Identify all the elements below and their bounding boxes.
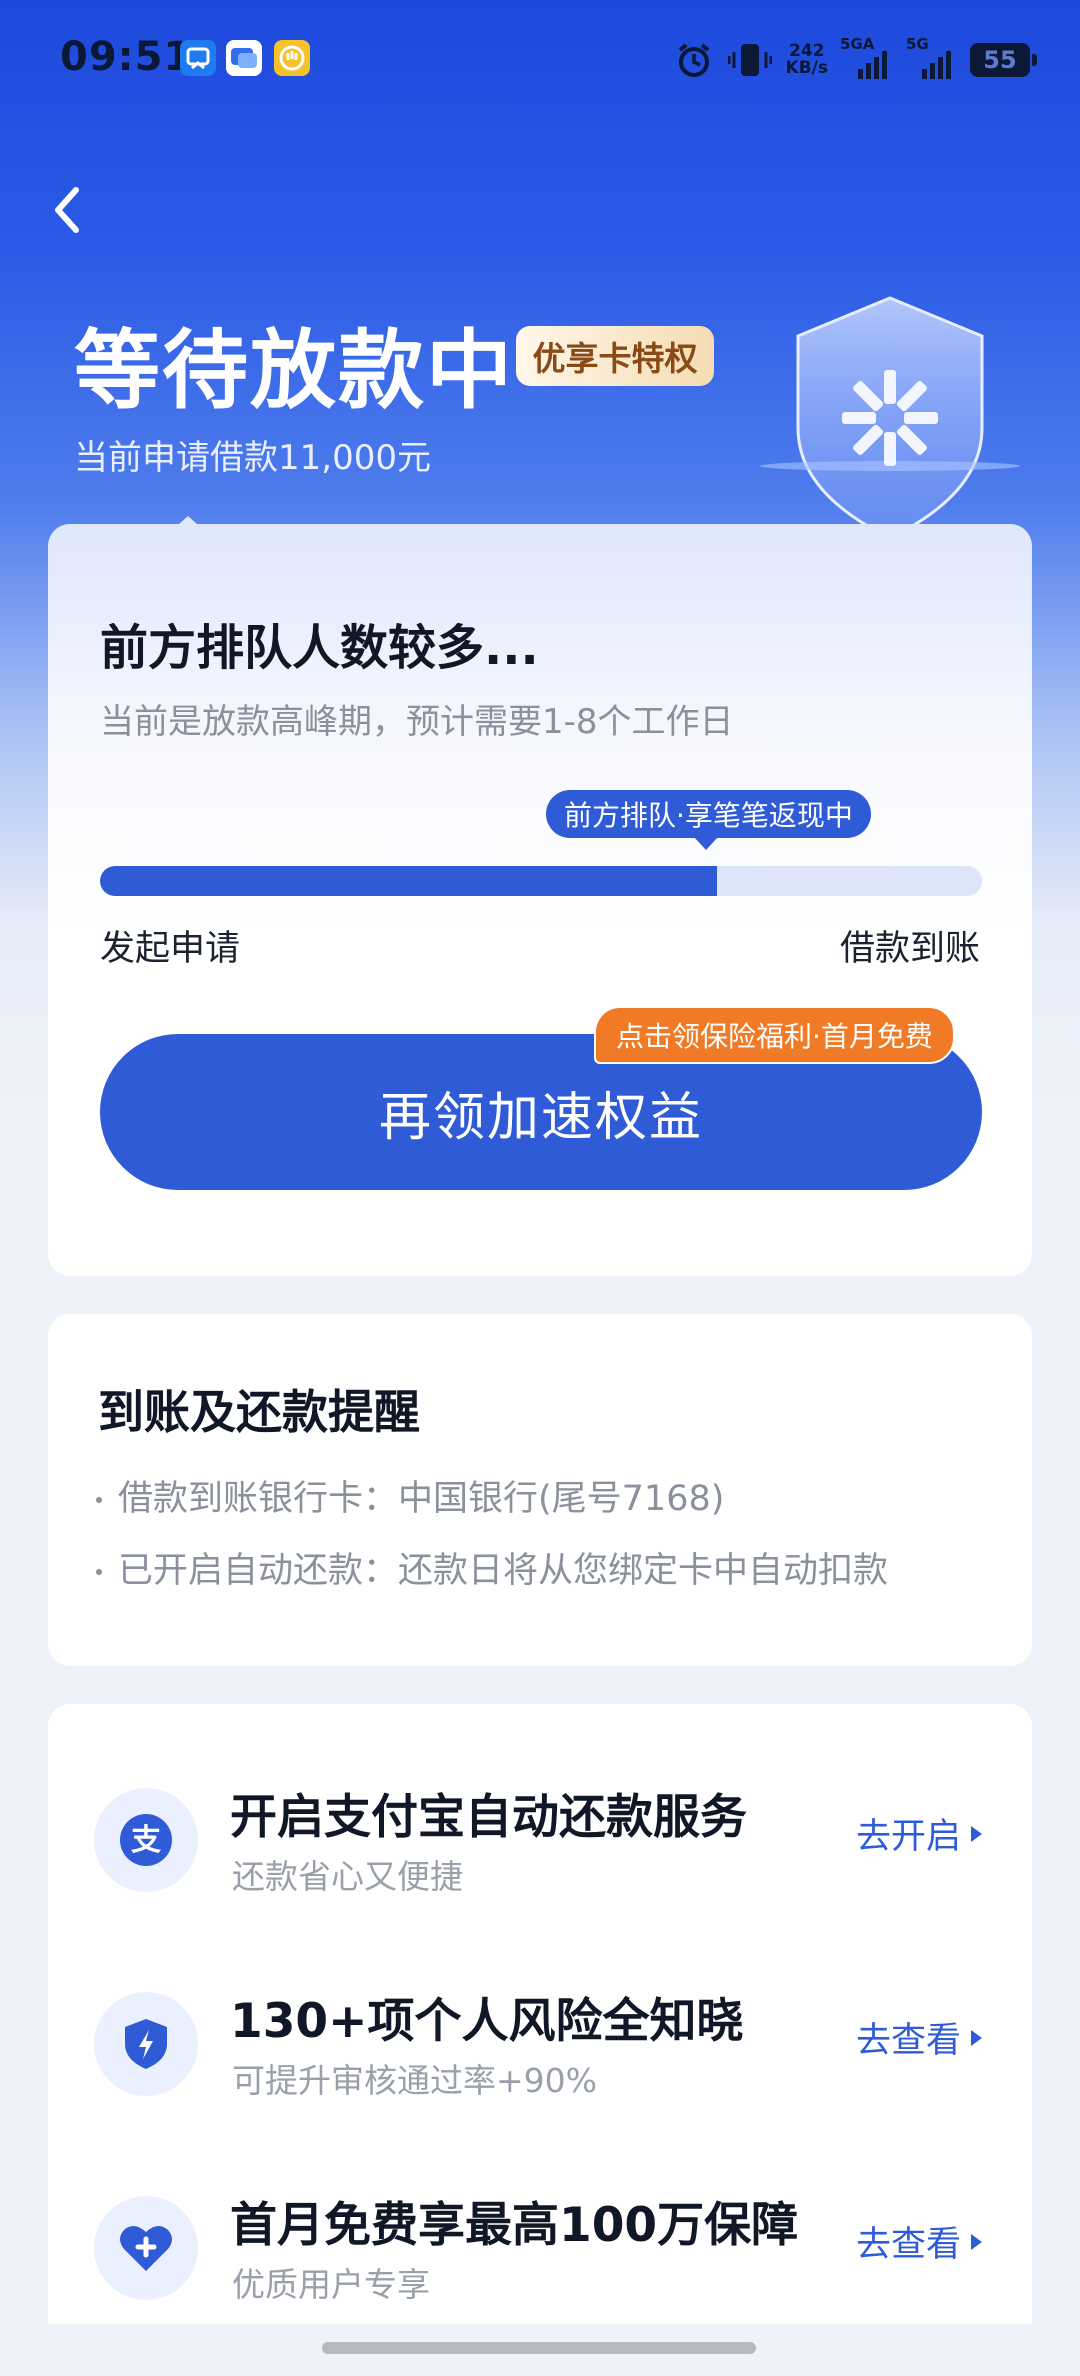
triangle-right-icon bbox=[971, 2029, 982, 2046]
service-action-link[interactable]: 去查看 bbox=[856, 2216, 982, 2267]
vibrate-icon bbox=[727, 44, 772, 76]
service-action-label: 去查看 bbox=[855, 2225, 961, 2265]
status-indicators: 242 KB/s 5GA 5G 55 bbox=[674, 34, 1037, 86]
signal-5g-label: 5G bbox=[906, 35, 929, 53]
service-item-risk[interactable]: 130+项个人风险全知晓 可提升审核通过率+90% 去查看 bbox=[48, 1962, 1032, 2142]
service-title: 首月免费享最高100万保障 bbox=[230, 2198, 799, 2253]
insurance-promo-badge[interactable]: 点击领保险福利·首月免费 bbox=[594, 1006, 955, 1064]
svg-text:支: 支 bbox=[131, 1823, 161, 1858]
loan-amount-subtitle: 当前申请借款11,000元 bbox=[74, 438, 431, 478]
service-title: 开启支付宝自动还款服务 bbox=[230, 1790, 747, 1845]
page-title: 等待放款中 bbox=[74, 321, 514, 421]
reminder-line-autopay: 已开启自动还款：还款日将从您绑定卡中自动扣款 bbox=[96, 1542, 888, 1593]
status-time: 09:51 bbox=[60, 34, 193, 80]
service-item-alipay[interactable]: 支 开启支付宝自动还款服务 还款省心又便捷 去开启 bbox=[48, 1758, 1032, 1938]
progress-bar bbox=[100, 866, 982, 896]
heart-plus-icon bbox=[94, 2196, 198, 2300]
message-app-icon bbox=[226, 40, 262, 76]
chevron-left-icon bbox=[55, 187, 79, 233]
shield-logo-icon bbox=[760, 288, 1020, 548]
back-button[interactable] bbox=[44, 180, 94, 240]
progress-tooltip: 前方排队·享笔笔返现中 bbox=[546, 790, 871, 850]
service-action-label: 去查看 bbox=[855, 2021, 961, 2061]
queue-subtitle: 当前是放款高峰期，预计需要1-8个工作日 bbox=[100, 702, 734, 742]
signal-5ga-label: 5GA bbox=[840, 35, 875, 53]
reminder-title: 到账及还款提醒 bbox=[98, 1385, 420, 1439]
network-speed: 242 KB/s bbox=[786, 43, 828, 77]
service-action-label: 去开启 bbox=[855, 1817, 961, 1857]
status-bar: 09:51 242 KB/s 5GA 5G 55 bbox=[0, 0, 1080, 120]
notification-app-icon bbox=[180, 40, 216, 76]
hand-app-icon bbox=[274, 40, 310, 76]
service-subtitle: 还款省心又便捷 bbox=[232, 1857, 463, 1896]
service-title: 130+项个人风险全知晓 bbox=[230, 1994, 744, 2049]
service-subtitle: 优质用户专享 bbox=[232, 2265, 430, 2304]
alipay-icon: 支 bbox=[94, 1788, 198, 1892]
reminder-line-autopay-text: 已开启自动还款：还款日将从您绑定卡中自动扣款 bbox=[118, 1551, 889, 1591]
progress-bar-fill bbox=[100, 866, 718, 896]
triangle-right-icon bbox=[971, 2233, 982, 2250]
progress-start-label: 发起申请 bbox=[100, 929, 241, 969]
service-action-link[interactable]: 去开启 bbox=[856, 1808, 982, 1859]
progress-end-label: 借款到账 bbox=[839, 929, 980, 969]
reminder-line-bank: 借款到账银行卡：中国银行(尾号7168) bbox=[96, 1470, 724, 1521]
service-item-insurance[interactable]: 首月免费享最高100万保障 优质用户专享 去查看 bbox=[48, 2166, 1032, 2346]
alarm-icon bbox=[678, 43, 709, 77]
battery-icon: 55 bbox=[970, 43, 1037, 77]
signal-5ga-icon: 5GA bbox=[840, 35, 894, 79]
service-action-link[interactable]: 去查看 bbox=[856, 2012, 982, 2063]
home-indicator[interactable] bbox=[322, 2342, 756, 2354]
signal-5g-icon: 5G bbox=[906, 35, 956, 79]
privilege-badge[interactable]: 优享卡特权 bbox=[516, 326, 714, 386]
reminder-line-bank-text: 借款到账银行卡：中国银行(尾号7168) bbox=[118, 1479, 725, 1519]
triangle-right-icon bbox=[971, 1825, 982, 1842]
lightning-shield-icon bbox=[94, 1992, 198, 2096]
network-speed-unit: KB/s bbox=[785, 58, 828, 78]
service-subtitle: 可提升审核通过率+90% bbox=[232, 2061, 597, 2100]
queue-title: 前方排队人数较多... bbox=[100, 620, 539, 676]
